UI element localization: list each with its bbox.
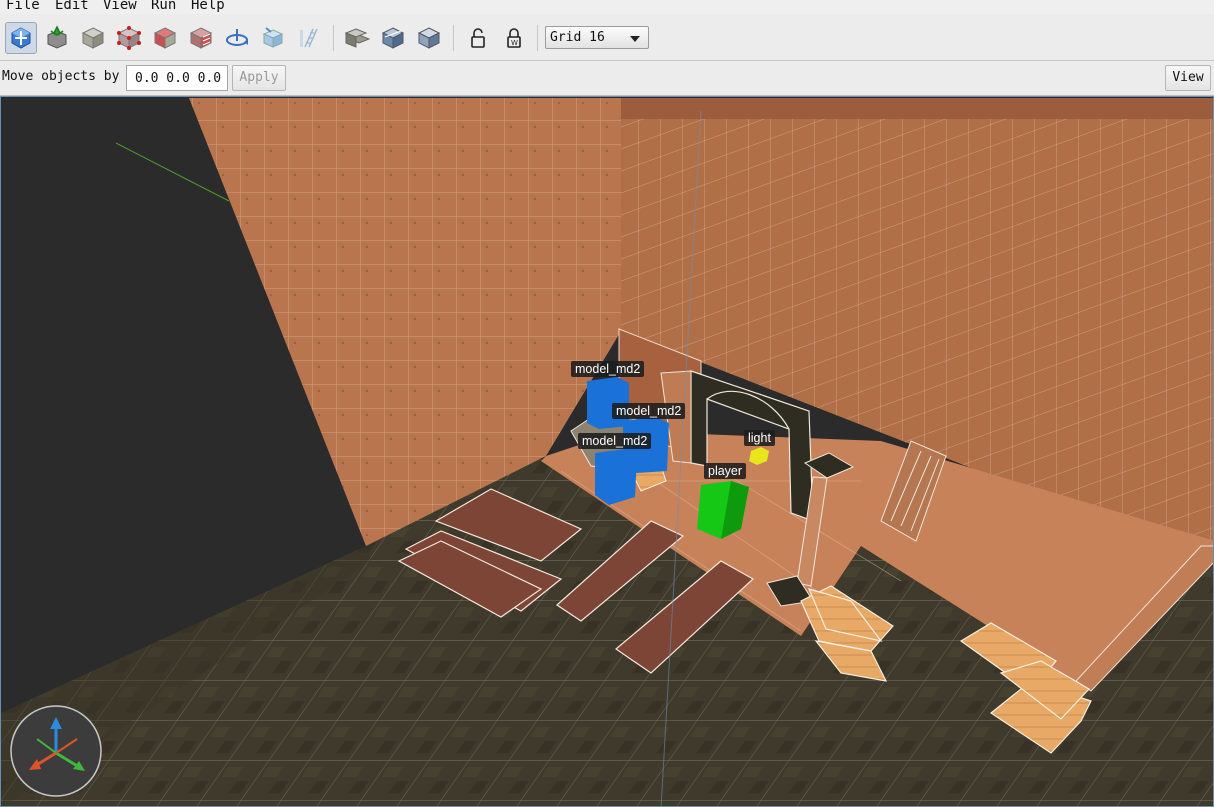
lock-icon bbox=[471, 28, 485, 48]
view-button[interactable]: View bbox=[1165, 65, 1211, 91]
move-objects-bar: Move objects by Apply View bbox=[0, 61, 1214, 96]
entity-label-model-md2: model_md2 bbox=[578, 433, 652, 449]
entity-label-model-md2: model_md2 bbox=[571, 361, 645, 377]
menu-run[interactable]: Run bbox=[151, 0, 176, 14]
terrain-button[interactable] bbox=[41, 22, 73, 54]
menu-bar: File Edit View Run Help bbox=[0, 0, 1214, 14]
face-select-button[interactable] bbox=[149, 22, 181, 54]
rotate-button[interactable] bbox=[221, 22, 253, 54]
move-objects-label: Move objects by bbox=[2, 69, 120, 84]
svg-text:W: W bbox=[511, 39, 518, 47]
toolbar: W Grid 16 bbox=[0, 14, 1214, 61]
cube-button[interactable] bbox=[77, 22, 109, 54]
select-move-icon bbox=[11, 27, 31, 49]
rotate-icon bbox=[226, 29, 248, 46]
toolbar-separator bbox=[453, 25, 454, 51]
model-md2-3[interactable] bbox=[595, 449, 637, 505]
cube-icon bbox=[81, 27, 105, 49]
unlock-w-icon: W bbox=[507, 28, 521, 48]
clone-icon bbox=[344, 28, 370, 48]
3d-viewport[interactable]: model_md2 model_md2 model_md2 light play… bbox=[0, 96, 1214, 807]
vertex-edit-button[interactable] bbox=[113, 22, 145, 54]
toolbar-separator bbox=[333, 25, 334, 51]
move-offset-input[interactable] bbox=[126, 65, 228, 91]
ruler-button[interactable] bbox=[293, 22, 325, 54]
texture-paint-icon bbox=[262, 27, 284, 48]
back-wall-top-strip bbox=[621, 98, 1213, 119]
face-texture-icon bbox=[189, 27, 213, 49]
lock-button[interactable] bbox=[462, 22, 494, 54]
menu-view[interactable]: View bbox=[103, 0, 137, 14]
entity-label-player: player bbox=[704, 463, 747, 479]
flip-cube-button[interactable] bbox=[413, 22, 445, 54]
toolbar-separator bbox=[537, 25, 538, 51]
apply-button[interactable]: Apply bbox=[232, 65, 286, 91]
menu-help[interactable]: Help bbox=[191, 0, 225, 14]
vertex-edit-icon bbox=[117, 26, 141, 50]
level-scene bbox=[1, 97, 1213, 806]
face-texture-button[interactable] bbox=[185, 22, 217, 54]
grid-size-value: Grid 16 bbox=[550, 30, 605, 45]
select-move-button[interactable] bbox=[5, 22, 37, 54]
entity-label-light: light bbox=[744, 430, 775, 446]
menu-file[interactable]: File bbox=[6, 0, 40, 14]
unlock-w-button[interactable]: W bbox=[498, 22, 530, 54]
orientation-gizmo[interactable] bbox=[10, 705, 102, 797]
terrain-icon bbox=[47, 25, 67, 49]
ruler-icon bbox=[300, 28, 318, 48]
flip-cube-icon bbox=[417, 27, 441, 49]
texture-paint-button[interactable] bbox=[257, 22, 289, 54]
stack-cube-icon bbox=[381, 27, 405, 49]
grid-size-select[interactable]: Grid 16 bbox=[545, 26, 649, 49]
face-select-icon bbox=[153, 27, 177, 49]
chevron-down-icon bbox=[630, 36, 640, 42]
stack-cube-button[interactable] bbox=[377, 22, 409, 54]
entity-label-model-md2: model_md2 bbox=[612, 403, 686, 419]
clone-button[interactable] bbox=[341, 22, 373, 54]
menu-edit[interactable]: Edit bbox=[55, 0, 89, 14]
